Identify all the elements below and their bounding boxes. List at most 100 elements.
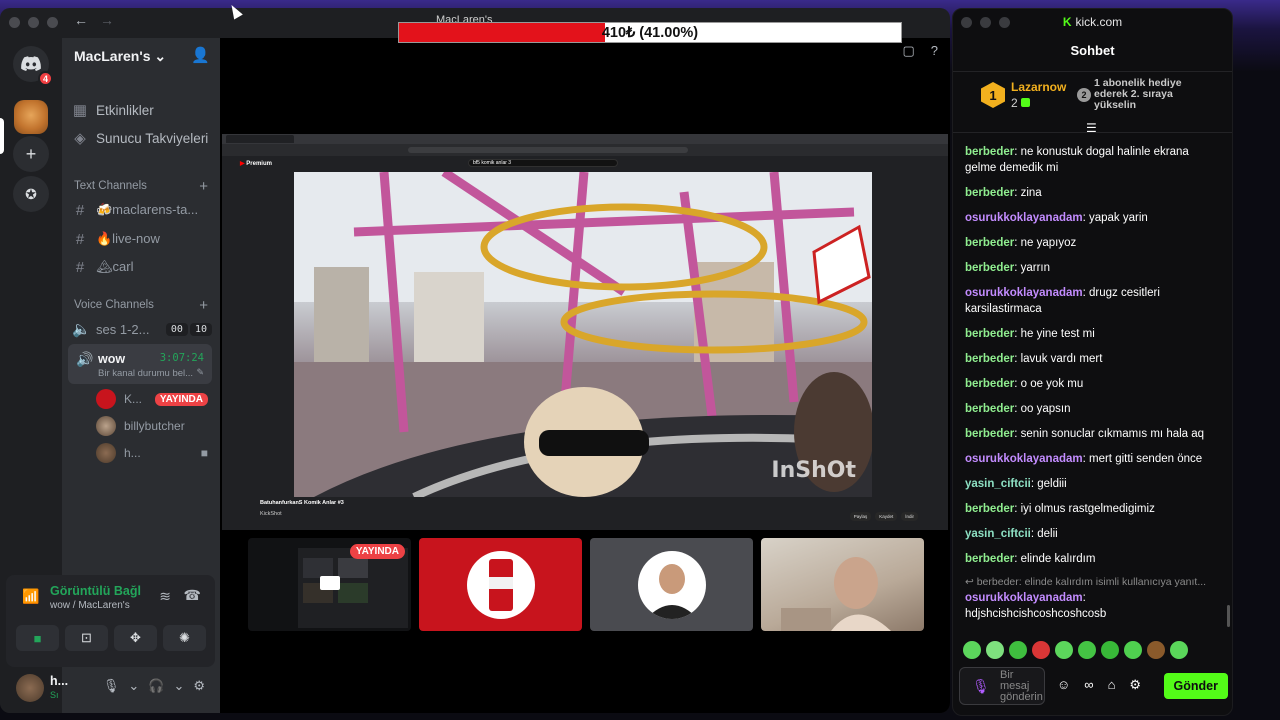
chat-username[interactable]: osurukkoklayanadam: [965, 287, 1083, 299]
voice-channel-ses[interactable]: 🔈 ses 1-2... 00 10: [72, 317, 212, 341]
avatar[interactable]: [16, 674, 44, 702]
chat-username[interactable]: osurukkoklayanadam: [965, 212, 1083, 224]
chat-username[interactable]: berbeder: [965, 378, 1014, 390]
discord-logo-icon: [21, 56, 41, 71]
noise-suppression-icon[interactable]: ≋: [159, 588, 171, 605]
menu-item-events[interactable]: ▦ Etkinlikler: [72, 98, 212, 122]
channel-live-now[interactable]: # 🔥live-now: [72, 227, 212, 251]
rank-badge-second: 2: [1077, 88, 1091, 102]
category-voice-channels[interactable]: Voice Channels +: [74, 296, 208, 314]
username[interactable]: h...: [50, 674, 68, 688]
disconnect-icon[interactable]: ☎: [184, 587, 201, 604]
camera-button[interactable]: ■: [16, 625, 59, 651]
shared-screen-browser[interactable]: ▶ Premium bf5 komik anlar 3 InShOt Batuh…: [222, 134, 948, 530]
channel-carl[interactable]: # 🏔carl: [72, 255, 212, 279]
emote-icon[interactable]: [1147, 641, 1165, 659]
server-name-header[interactable]: MacLaren's ⌄: [74, 48, 166, 65]
popout-icon[interactable]: ▢: [902, 43, 914, 59]
chat-username[interactable]: berbeder: [965, 237, 1014, 249]
add-channel-icon[interactable]: +: [199, 297, 208, 314]
add-channel-icon[interactable]: +: [199, 178, 208, 195]
chat-username[interactable]: osurukkoklayanadam: [965, 453, 1083, 465]
user-panel: h... Sı 🎙 ⌄ 🎧 ⌄ ⚙: [6, 670, 215, 710]
collapse-menu-icon[interactable]: ☰: [1086, 121, 1097, 135]
chat-username[interactable]: berbeder: [965, 503, 1014, 515]
emote-icon[interactable]: [1170, 641, 1188, 659]
emote-icon[interactable]: [1101, 641, 1119, 659]
help-icon[interactable]: ?: [931, 43, 938, 59]
chat-scrollbar[interactable]: [1227, 605, 1230, 627]
chat-input[interactable]: 🎙 Bir mesaj gönderin: [959, 667, 1045, 705]
nav-arrows[interactable]: ← →: [74, 12, 114, 28]
menu-item-server-boosts[interactable]: ◈ Sunucu Takviyeleri: [72, 126, 212, 150]
video-camera-icon: ■: [33, 630, 42, 646]
screen-share-button[interactable]: ⊡: [65, 625, 108, 651]
emoji-icon[interactable]: ☺: [1057, 677, 1070, 693]
explore-servers-button[interactable]: ✪: [13, 176, 49, 212]
emote-icon[interactable]: [1032, 641, 1050, 659]
discord-window: ← → 4 + ✪ MacLaren's ⌄ 👤 ▦ Etkinlikler ◈…: [0, 8, 950, 713]
back-arrow-icon[interactable]: ←: [74, 12, 88, 28]
invite-people-icon[interactable]: 👤: [191, 46, 210, 64]
emote-icon[interactable]: [986, 641, 1004, 659]
chat-username[interactable]: berbeder: [965, 353, 1014, 365]
chat-username[interactable]: osurukkoklayanadam: [965, 592, 1083, 604]
forward-arrow-icon[interactable]: →: [100, 12, 114, 28]
participant-tile-h[interactable]: [761, 538, 924, 631]
chat-username[interactable]: yasin_ciftcii: [965, 478, 1031, 490]
emote-icon[interactable]: [1124, 641, 1142, 659]
chevron-down-icon[interactable]: ⌄: [128, 678, 139, 694]
add-server-button[interactable]: +: [13, 136, 49, 172]
chat-username[interactable]: yasin_ciftcii: [965, 528, 1031, 540]
activities-button[interactable]: ✥: [114, 625, 157, 651]
emote-icon[interactable]: [1055, 641, 1073, 659]
chat-username[interactable]: berbeder: [965, 328, 1014, 340]
site-domain: kick.com: [1075, 15, 1123, 29]
microphone-icon[interactable]: 🎙: [972, 678, 990, 695]
chat-message: berbeder: o oe yok mu: [965, 378, 1084, 390]
voice-user[interactable]: h... ■: [96, 442, 208, 464]
webcam-feed: [781, 557, 891, 631]
pencil-icon[interactable]: ✎: [196, 367, 204, 378]
participant-tile-k[interactable]: [419, 538, 582, 631]
participant-tile-billybutcher[interactable]: [590, 538, 753, 631]
emote-icon[interactable]: [1078, 641, 1096, 659]
category-text-channels[interactable]: Text Channels +: [74, 177, 208, 195]
chevron-down-icon[interactable]: ⌄: [173, 678, 184, 694]
voice-channel-name: wow: [98, 352, 126, 366]
channel-maclarens-talk[interactable]: # 🍻maclarens-ta...: [72, 198, 212, 222]
participant-tile-stream[interactable]: YAYINDA: [248, 538, 411, 631]
settings-gear-icon[interactable]: ⚙: [1129, 677, 1141, 693]
chat-username[interactable]: berbeder: [965, 428, 1014, 440]
hashtag-icon: #: [75, 258, 85, 276]
chat-text: yapak yarin: [1089, 212, 1148, 224]
channel-label: 🏔carl: [96, 259, 134, 274]
settings-gear-icon[interactable]: ⚙: [193, 678, 205, 694]
soundboard-button[interactable]: ✺: [163, 625, 206, 651]
download-button: İndir: [901, 512, 918, 521]
emote-icon[interactable]: [1009, 641, 1027, 659]
chat-username[interactable]: berbeder: [965, 553, 1014, 565]
server-icon-maclarens[interactable]: [14, 100, 48, 134]
connection-subtitle[interactable]: wow / MacLaren's: [50, 600, 130, 611]
emote-icon[interactable]: [963, 641, 981, 659]
headphones-icon[interactable]: 🎧: [148, 678, 164, 694]
avatar: [96, 443, 116, 463]
microphone-icon[interactable]: 🎙: [103, 678, 120, 694]
infinity-icon[interactable]: ∞: [1084, 677, 1093, 693]
yt-logo-text: Premium: [246, 160, 272, 167]
voice-channel-wow[interactable]: 🔊 wow 3:07:24 Bir kanal durumu bel... ✎: [68, 344, 212, 384]
window-controls[interactable]: [9, 17, 58, 28]
chat-username[interactable]: berbeder: [965, 262, 1014, 274]
chat-username[interactable]: berbeder: [965, 146, 1014, 158]
chat-username[interactable]: berbeder: [965, 403, 1014, 415]
top-gifter-name: Lazarnow: [1011, 80, 1067, 94]
store-icon[interactable]: ⌂: [1108, 677, 1116, 693]
signal-icon: 📶: [22, 588, 40, 604]
discord-home-button[interactable]: 4: [13, 46, 53, 86]
voice-user[interactable]: billybutcher: [96, 415, 208, 437]
send-button[interactable]: Gönder: [1163, 673, 1228, 699]
chat-messages: berbeder: ne konustuk dogal halinle ekra…: [965, 144, 1218, 631]
voice-user[interactable]: K... YAYINDA: [96, 388, 208, 410]
chat-username[interactable]: berbeder: [965, 187, 1014, 199]
